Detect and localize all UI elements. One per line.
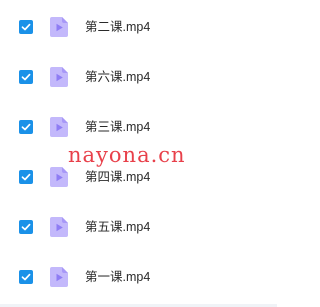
file-name[interactable]: 第五课.mp4 (85, 219, 150, 235)
checkbox-checked[interactable] (19, 170, 33, 184)
video-file-icon (50, 217, 68, 237)
checkmark-icon (21, 123, 31, 131)
file-row[interactable]: 第三课.mp4 (0, 109, 277, 145)
file-name[interactable]: 第六课.mp4 (85, 69, 150, 85)
video-file-icon (50, 167, 68, 187)
file-name[interactable]: 第四课.mp4 (85, 169, 150, 185)
video-file-icon (50, 117, 68, 137)
video-file-icon (50, 67, 68, 87)
file-name[interactable]: 第二课.mp4 (85, 19, 150, 35)
checkbox-checked[interactable] (19, 70, 33, 84)
file-row[interactable]: 第一课.mp4 (0, 259, 277, 295)
checkbox-checked[interactable] (19, 270, 33, 284)
checkmark-icon (21, 73, 31, 81)
file-row[interactable]: 第四课.mp4 (0, 159, 277, 195)
checkmark-icon (21, 273, 31, 281)
checkmark-icon (21, 173, 31, 181)
file-row[interactable]: 第五课.mp4 (0, 209, 277, 245)
checkmark-icon (21, 23, 31, 31)
checkbox-checked[interactable] (19, 20, 33, 34)
video-file-icon (50, 17, 68, 37)
checkbox-checked[interactable] (19, 220, 33, 234)
checkmark-icon (21, 223, 31, 231)
file-name[interactable]: 第三课.mp4 (85, 119, 150, 135)
file-row[interactable]: 第二课.mp4 (0, 9, 277, 45)
file-list: 第二课.mp4 第六课.mp4 第三课.mp4 第四课.mp4 第五课.mp4 … (0, 0, 277, 307)
checkbox-checked[interactable] (19, 120, 33, 134)
file-name[interactable]: 第一课.mp4 (85, 269, 150, 285)
video-file-icon (50, 267, 68, 287)
file-row[interactable]: 第六课.mp4 (0, 59, 277, 95)
